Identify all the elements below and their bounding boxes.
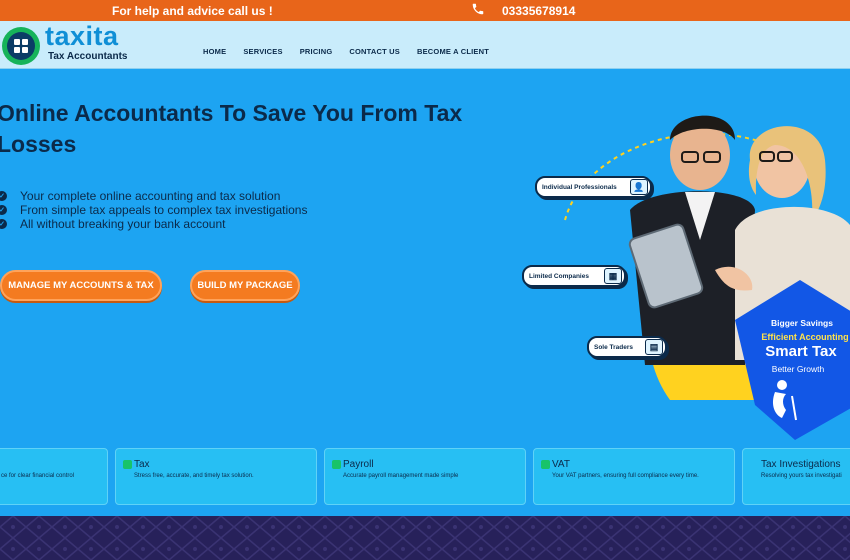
list-item: ✓ Your complete online accounting and tax… [0,189,307,203]
label-individual-professionals: Individual Professionals 👤 [535,176,652,198]
service-title: VAT [552,459,570,470]
brand-name: taxita [45,21,119,51]
benefit-text: Your complete online accounting and tax … [20,189,281,203]
primary-nav: HOME SERVICES PRICING CONTACT US BECOME … [203,47,506,56]
top-contact-bar: For help and advice call us ! 0333567891… [0,0,850,21]
benefit-text: From simple tax appeals to complex tax i… [20,203,308,217]
service-title: Payroll [343,459,374,470]
build-package-button[interactable]: BUILD MY PACKAGE [190,270,300,301]
payroll-icon [332,460,341,469]
service-title: Tax [134,459,150,470]
service-desc: Accurate payroll management made simple [343,473,459,479]
promo-efficient-accounting: Efficient Accounting [761,332,849,342]
service-desc: Stress free, accurate, and timely tax so… [134,473,254,479]
benefit-text: All without breaking your bank account [20,217,226,231]
brand-tagline: Tax Accountants [48,51,128,62]
service-card-tax-investigations[interactable]: Tax Investigations Resolving yours tax i… [742,448,850,505]
label-text: Limited Companies [529,272,589,280]
nav-home[interactable]: HOME [203,47,226,56]
label-sole-traders: Sole Traders ▤ [587,336,667,358]
hero-illustration: Individual Professionals 👤 Limited Compa… [520,100,850,445]
check-icon: ✓ [0,191,7,201]
service-desc: ce for clear financial control [1,473,75,479]
check-icon: ✓ [0,205,7,215]
promo-bigger-savings: Bigger Savings [771,318,833,328]
nav-services[interactable]: SERVICES [243,47,282,56]
main-navbar: taxita Tax Accountants HOME SERVICES PRI… [0,21,850,69]
list-item: ✓ From simple tax appeals to complex tax … [0,203,307,217]
logo-badge-icon [2,27,40,65]
promo-smart-tax: Smart Tax [765,343,837,360]
service-card-tax[interactable]: Tax Stress free, accurate, and timely ta… [115,448,317,505]
promo-better-growth: Better Growth [771,364,825,374]
building-icon: ▦ [604,268,622,284]
help-text: For help and advice call us ! [112,4,273,18]
label-text: Sole Traders [594,343,634,351]
nav-become-a-client[interactable]: BECOME A CLIENT [417,47,489,56]
hero-benefits-list: ✓ Your complete online accounting and tax… [0,189,307,231]
patterned-footer-band [0,516,850,560]
label-limited-companies: Limited Companies ▦ [522,265,626,287]
service-card-payroll[interactable]: Payroll Accurate payroll management made… [324,448,526,505]
phone-number[interactable]: 03335678914 [502,4,575,18]
service-desc: Your VAT partners, ensuring full complia… [552,473,699,479]
services-strip: ce for clear financial control Tax Stres… [0,448,850,505]
label-text: Individual Professionals [542,183,617,191]
nav-contact-us[interactable]: CONTACT US [349,47,400,56]
person-icon: 👤 [630,179,648,195]
tax-icon [123,460,132,469]
list-item: ✓ All without breaking your bank account [0,217,307,231]
phone-icon [472,3,484,15]
service-desc: Resolving yours tax investigati [761,473,842,479]
check-icon: ✓ [0,219,7,229]
brand-logo[interactable]: taxita Tax Accountants [2,21,142,65]
shop-icon: ▤ [645,339,663,355]
nav-pricing[interactable]: PRICING [300,47,333,56]
manage-accounts-button[interactable]: MANAGE MY ACCOUNTS & TAX [0,270,162,301]
pattern-decoration [0,516,850,560]
service-card-vat[interactable]: VAT Your VAT partners, ensuring full com… [533,448,735,505]
service-title: Tax Investigations [761,459,841,470]
service-card[interactable]: ce for clear financial control [0,448,108,505]
vat-icon [541,460,550,469]
hero-title: Online Accountants To Save You From Tax … [0,100,463,157]
